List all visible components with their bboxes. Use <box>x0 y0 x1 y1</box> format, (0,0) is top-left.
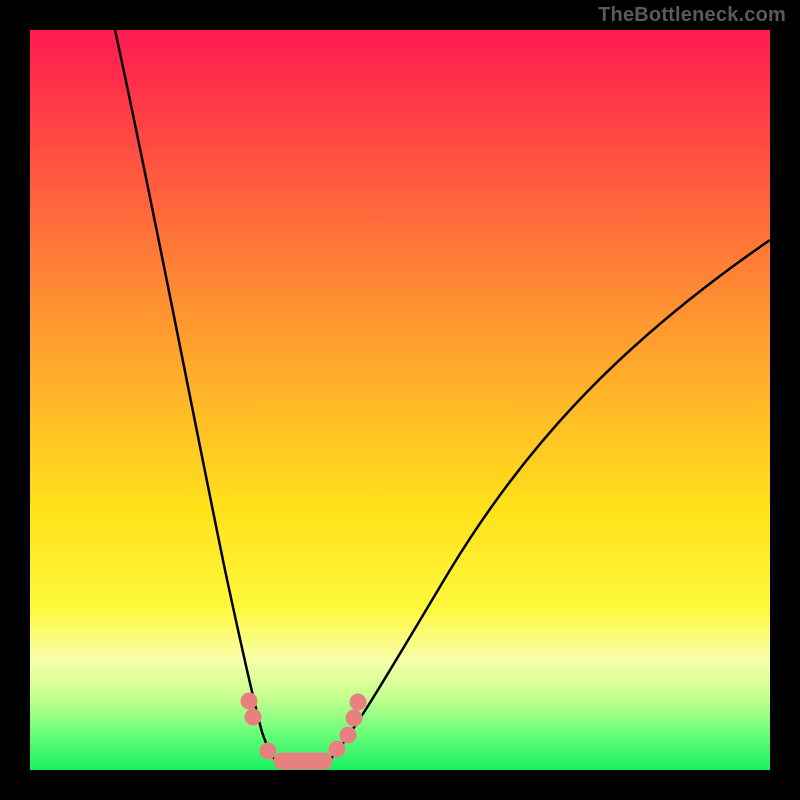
marker-dot <box>340 727 356 743</box>
marker-pill <box>274 753 332 769</box>
marker-dot <box>241 693 257 709</box>
chart-plot-area <box>30 30 770 770</box>
marker-dot <box>329 741 345 757</box>
marker-dot <box>260 743 276 759</box>
curve-right-branch <box>326 240 770 764</box>
chart-frame: TheBottleneck.com <box>0 0 800 800</box>
marker-dot <box>245 709 261 725</box>
marker-dot <box>350 694 366 710</box>
markers-group <box>241 693 366 769</box>
chart-svg <box>30 30 770 770</box>
marker-dot <box>346 710 362 726</box>
watermark-text: TheBottleneck.com <box>598 4 786 27</box>
curve-left-branch <box>115 30 280 765</box>
